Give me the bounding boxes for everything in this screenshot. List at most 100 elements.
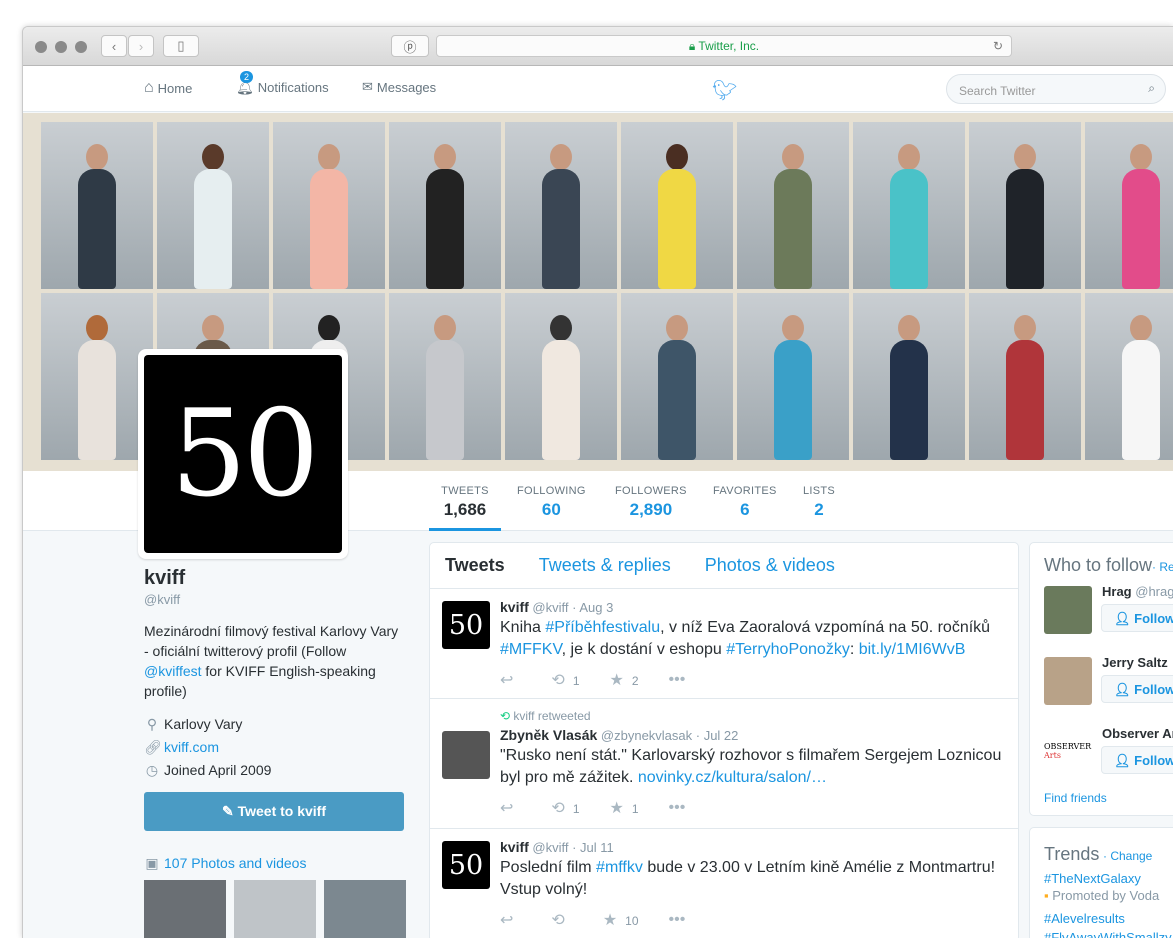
add-user-icon: 👤︎ [1114,611,1135,626]
stat-value: 6 [740,500,750,519]
tab-tweets-replies[interactable]: Tweets & replies [539,555,671,576]
pinterest-icon[interactable]: ⓟ [391,35,429,57]
photos-link[interactable]: ▣ 107 Photos and videos [144,855,406,872]
refresh-link[interactable]: · Re [1152,560,1173,574]
reload-icon[interactable]: ↻ [993,36,1003,56]
trend-item[interactable]: #Alevelresults [1044,911,1173,926]
url-link[interactable]: novinky.cz/kultura/salon/… [638,769,827,786]
favorite-button[interactable]: ★ 1 [610,798,639,818]
tweet-author[interactable]: kviff [500,839,529,855]
text-span: Kniha [500,619,546,636]
wtf-user-name[interactable]: Hrag @hrag [1102,584,1173,599]
stat-followers[interactable]: FOLLOWERS 2,890 [615,485,687,520]
trend-item[interactable]: #FlyAwayWithSmallzy [1044,930,1173,938]
photo-thumbnail[interactable] [144,880,226,938]
stat-favorites[interactable]: FAVORITES 6 [713,485,777,520]
wtf-user-name[interactable]: Jerry Saltz [1102,655,1168,670]
hashtag-link[interactable]: #TerryhoPonožky [726,641,850,658]
bio-mention-link[interactable]: @kviffest [144,663,202,679]
banner-photo [505,293,617,460]
tweet-to-button[interactable]: ✎ Tweet to kviff [144,792,404,831]
wtf-user[interactable]: Hrag @hrag 👤︎ Follow [1044,582,1173,647]
joined-text: Joined April 2009 [164,762,272,778]
reply-icon[interactable]: ↩ [500,910,521,930]
profile-name[interactable]: kviff [144,567,406,590]
tab-photos-videos[interactable]: Photos & videos [705,555,835,576]
bio-text: Mezinárodní filmový festival Karlovy Var… [144,623,399,659]
hashtag-link[interactable]: #Příběhfestivalu [545,619,660,636]
twitter-bird-icon[interactable]: 🐦︎ [712,78,737,103]
tweet-author[interactable]: kviff [500,599,529,615]
stat-label: FAVORITES [713,485,777,497]
nav-home[interactable]: ⌂ Home [144,79,192,97]
retweet-button[interactable]: ⟲ [551,910,572,930]
forward-button[interactable]: › [128,35,154,57]
tweet-avatar[interactable] [442,731,490,779]
retweet-button[interactable]: ⟲ 1 [551,798,579,818]
photo-thumbnail[interactable] [324,880,406,938]
tweet-item[interactable]: ⟲ kviff retweeted Zbyněk Vlasák @zbynekv… [430,699,1018,829]
retweet-context-text: kviff retweeted [513,709,591,723]
follow-button[interactable]: 👤︎ Follow [1101,746,1173,774]
search-input[interactable]: Search Twitter ⌕ [946,74,1166,104]
tweet-avatar[interactable]: 50 [442,841,490,889]
wtf-user[interactable]: OBSERVER Arts Observer Ar 👤︎ Follow [1044,724,1173,789]
reply-icon[interactable]: ↩ [500,670,521,690]
banner-photo [505,122,617,289]
nav-notifications[interactable]: 🔔︎ 2 Notifications [236,71,329,96]
tweet-author[interactable]: Zbyněk Vlasák [500,727,597,743]
profile-avatar[interactable]: 50 [138,349,348,559]
wtf-user-name[interactable]: Observer Ar [1102,726,1173,741]
more-icon[interactable]: ••• [669,911,694,929]
banner-photo [41,293,153,460]
favorite-button[interactable]: ★ 10 [603,910,639,930]
profile-website[interactable]: 🔗︎ kviff.com [144,736,406,759]
reply-icon[interactable]: ↩ [500,798,521,818]
find-friends-link[interactable]: Find friends [1044,791,1173,805]
add-user-icon: 👤︎ [1114,753,1135,768]
trend-item[interactable]: #TheNextGalaxy [1044,871,1173,886]
url-link[interactable]: bit.ly/1MI6WvB [859,641,966,658]
observer-logo[interactable]: OBSERVER Arts [1044,728,1092,776]
tweet-actions: ↩ ⟲ 1 ★ 1 ••• [500,799,1006,817]
address-bar[interactable]: 🔒︎ Twitter, Inc. ↻ [436,35,1012,57]
stat-following[interactable]: FOLLOWING 60 [517,485,586,520]
photos-label[interactable]: 107 Photos and videos [164,855,306,871]
search-icon[interactable]: ⌕ [1148,81,1155,96]
retweet-count: 1 [572,802,580,816]
wtf-user[interactable]: Jerry Saltz 👤︎ Follow [1044,653,1173,718]
nav-messages[interactable]: ✉ Messages [362,79,436,95]
envelope-icon: ✉ [362,79,373,94]
tweet-header: kviff @kviff · Jul 11 [500,839,1006,855]
follow-label: Follow [1134,611,1173,626]
close-window-icon[interactable] [35,41,47,53]
banner-photo [853,293,965,460]
hashtag-link[interactable]: #mffkv [596,859,643,876]
trends-change-link[interactable]: · Change [1103,849,1152,863]
tweet-meta: @kviff · Jul 11 [532,840,614,855]
zoom-window-icon[interactable] [75,41,87,53]
back-button[interactable]: ‹ [101,35,127,57]
follow-button[interactable]: 👤︎ Follow [1101,604,1173,632]
retweet-button[interactable]: ⟲ 1 [551,670,579,690]
more-icon[interactable]: ••• [669,671,694,689]
banner-photo [389,122,501,289]
tweet-item[interactable]: 50 kviff @kviff · Aug 3 Kniha #Příběhfes… [430,589,1018,699]
tweet-item[interactable]: 50 kviff @kviff · Jul 11 Poslední film #… [430,829,1018,938]
tab-tweets[interactable]: Tweets [445,555,505,576]
follow-button[interactable]: 👤︎ Follow [1101,675,1173,703]
more-icon[interactable]: ••• [669,799,694,817]
tweet-avatar[interactable]: 50 [442,601,490,649]
wtf-avatar[interactable] [1044,657,1092,705]
sidebar-toggle-icon[interactable]: ▯ [163,35,199,57]
website-link[interactable]: kviff.com [164,739,219,755]
stat-lists[interactable]: LISTS 2 [803,485,835,520]
hashtag-link[interactable]: #MFFKV [500,641,562,658]
wtf-handle: @hrag [1135,584,1173,599]
stat-tweets[interactable]: TWEETS 1,686 [429,485,501,531]
minimize-window-icon[interactable] [55,41,67,53]
wtf-avatar[interactable] [1044,586,1092,634]
favorite-button[interactable]: ★ 2 [610,670,639,690]
profile-handle[interactable]: @kviff [144,592,406,607]
photo-thumbnail[interactable] [234,880,316,938]
